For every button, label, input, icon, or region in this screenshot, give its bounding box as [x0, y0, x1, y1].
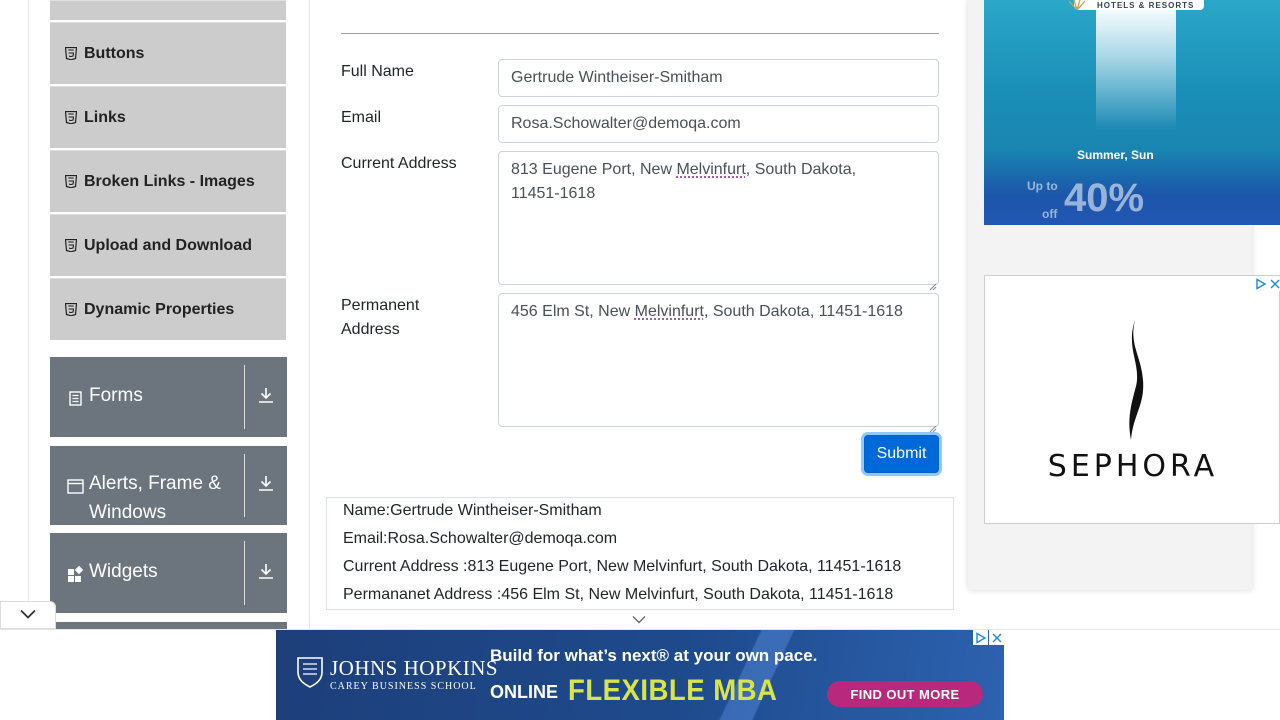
sun-logo-icon — [1066, 0, 1088, 12]
mba-banner-ad[interactable]: JOHNS HOPKINS CAREY BUSINESS SCHOOL Buil… — [276, 630, 1004, 720]
school-name: JOHNS HOPKINS — [330, 655, 499, 680]
submit-button[interactable]: Submit — [864, 435, 939, 473]
adchoices-icon[interactable] — [1253, 276, 1268, 291]
output-name: Name:Gertrude Wintheiser-Smitham — [343, 502, 602, 519]
output-panel: Name:Gertrude Wintheiser-Smitham Email:R… — [326, 497, 954, 610]
sidebar-divider — [309, 0, 310, 630]
jhu-shield-icon — [296, 656, 324, 693]
html5-icon — [65, 111, 77, 124]
resize-handle-icon[interactable] — [929, 275, 937, 291]
chevron-down-icon — [20, 606, 36, 624]
hotel-discount: 40% — [1064, 176, 1145, 220]
permanent-address-textarea[interactable]: 456 Elm St, New Melvinfurt, South Dakota… — [498, 293, 939, 433]
ad-close-icon[interactable] — [1268, 276, 1280, 291]
form-icon — [67, 387, 84, 406]
hotel-upto: Up to — [1027, 179, 1058, 193]
sidebar-item-buttons[interactable]: Buttons — [50, 22, 286, 84]
email-value: Rosa.Schowalter@demoqa.com — [511, 115, 741, 132]
hotel-tagline: Summer, Sun — [1077, 148, 1154, 162]
html5-icon — [65, 175, 77, 188]
sidebar-item-label: Links — [84, 108, 126, 126]
sidebar-group-alerts[interactable]: Alerts, Frame & Windows — [50, 446, 287, 525]
adchoices-icon[interactable] — [973, 630, 988, 645]
waterfall — [1096, 10, 1176, 130]
jhu-logo: JOHNS HOPKINS CAREY BUSINESS SCHOOL — [296, 656, 498, 693]
sephora-ad[interactable]: SEPHORA — [984, 275, 1280, 524]
banner-online: ONLINE — [490, 682, 559, 702]
group-label-line2: Windows — [89, 502, 167, 523]
sidebar-item-label: Upload and Download — [84, 236, 252, 254]
permanent-address-label: Permanent Address — [341, 297, 420, 338]
output-email: Email:Rosa.Schowalter@demoqa.com — [343, 530, 618, 547]
bottom-ad-toggle[interactable] — [628, 612, 650, 628]
sidebar-item-broken-links[interactable]: Broken Links - Images — [50, 150, 286, 212]
sidebar-item-links[interactable]: Links — [50, 86, 286, 148]
output-permanent-address: Permananet Address :456 Elm St, New Melv… — [343, 586, 894, 603]
sidebar-item-label: Dynamic Properties — [84, 300, 235, 318]
current-address-textarea[interactable]: 813 Eugene Port, New Melvinfurt, South D… — [498, 151, 939, 291]
page: Buttons Links Broken Links - Images Uplo… — [0, 0, 1280, 720]
group-header[interactable]: Alerts, Frame & Windows — [50, 446, 244, 525]
hotel-off: off — [1042, 207, 1058, 221]
hotel-ad[interactable]: HOTELS & RESORTS Summer, Sun Up to off 4… — [984, 0, 1280, 225]
download-arrow-icon — [257, 386, 275, 409]
left-gutter-divider — [28, 0, 29, 630]
email-label: Email — [341, 109, 382, 126]
window-icon — [67, 475, 84, 494]
html5-icon — [65, 303, 77, 316]
download-arrow-icon — [257, 562, 275, 585]
expand-button[interactable] — [245, 446, 287, 525]
group-label: Widgets — [89, 561, 158, 582]
current-address-value: 813 Eugene Port, New Melvinfurt, South D… — [511, 161, 857, 202]
school-subtitle: CAREY BUSINESS SCHOOL — [330, 680, 477, 692]
resize-handle-icon[interactable] — [929, 417, 937, 433]
ad-close-icon[interactable] — [989, 630, 1004, 645]
sidebar-group-widgets[interactable]: Widgets — [50, 533, 287, 613]
current-address-label: Current Address — [341, 155, 457, 172]
collapse-ad-button[interactable] — [0, 601, 56, 629]
output-current-address: Current Address :813 Eugene Port, New Me… — [343, 558, 902, 575]
download-arrow-icon — [257, 474, 275, 497]
widgets-icon — [67, 563, 84, 582]
sidebar-item-label: Buttons — [84, 44, 145, 62]
form-divider — [341, 33, 939, 34]
find-out-more-button[interactable]: FIND OUT MORE — [827, 681, 983, 707]
sidebar-item-upload-download[interactable]: Upload and Download — [50, 214, 286, 276]
sidebar-group-forms[interactable]: Forms — [50, 357, 287, 437]
group-label: Alerts, Frame & — [89, 473, 221, 494]
chevron-down-icon — [632, 611, 646, 629]
full-name-value: Gertrude Wintheiser-Smitham — [511, 69, 723, 86]
sidebar-item-partial[interactable] — [50, 0, 286, 20]
email-input[interactable]: Rosa.Schowalter@demoqa.com — [498, 105, 939, 143]
html5-icon — [65, 239, 77, 252]
sephora-logo: SEPHORA — [1047, 449, 1219, 484]
sephora-flame-icon — [1123, 320, 1145, 445]
banner-headline: Build for what’s next® at your own pace. — [490, 646, 818, 665]
html5-icon — [65, 47, 77, 60]
expand-button[interactable] — [245, 357, 287, 437]
group-header[interactable]: Widgets — [50, 533, 244, 613]
full-name-input[interactable]: Gertrude Wintheiser-Smitham — [498, 59, 939, 97]
sidebar-item-label: Broken Links - Images — [84, 172, 255, 190]
full-name-label: Full Name — [341, 63, 414, 80]
hotel-brand: HOTELS & RESORTS — [1097, 1, 1195, 10]
expand-button[interactable] — [245, 533, 287, 613]
group-label: Forms — [89, 385, 143, 406]
permanent-address-value: 456 Elm St, New Melvinfurt, South Dakota… — [511, 303, 903, 320]
sidebar-item-dynamic-properties[interactable]: Dynamic Properties — [50, 278, 286, 340]
banner-program: FLEXIBLE MBA — [568, 674, 778, 707]
group-header[interactable]: Forms — [50, 357, 244, 437]
